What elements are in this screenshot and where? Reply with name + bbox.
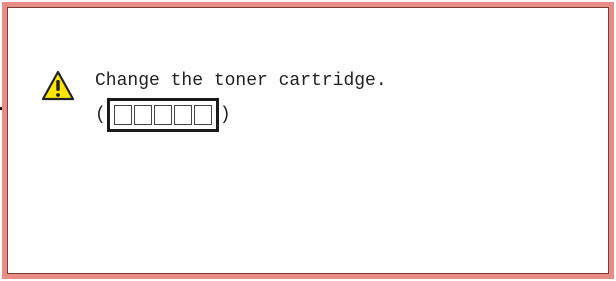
code-placeholder-box bbox=[133, 105, 152, 125]
toner-message: Change the toner cartridge. bbox=[95, 71, 387, 91]
close-paren: ) bbox=[219, 105, 231, 125]
message-panel: Change the toner cartridge. ( ) bbox=[2, 2, 614, 279]
code-placeholder-box bbox=[193, 105, 212, 125]
code-placeholder-box bbox=[173, 105, 192, 125]
warning-icon bbox=[41, 70, 75, 101]
error-code-line: ( ) bbox=[95, 98, 231, 132]
code-placeholder-box bbox=[113, 105, 132, 125]
code-placeholder-box bbox=[153, 105, 172, 125]
message-panel-inner-border bbox=[7, 7, 609, 274]
error-code-highlight bbox=[106, 98, 219, 132]
open-paren: ( bbox=[95, 105, 106, 125]
